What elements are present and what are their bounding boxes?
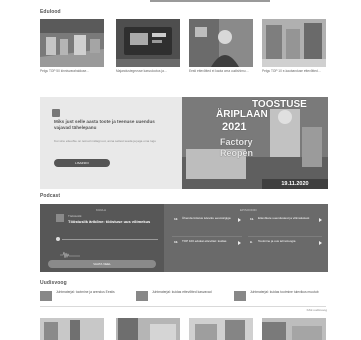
story-thumbnail-3[interactable] [189, 19, 253, 67]
banner-subtext: Kui sinu ettevõte on teinud midagi uut, … [54, 139, 156, 143]
podcast-cover-icon [56, 214, 64, 222]
news-more-link[interactable]: Kõik uudisvoog [307, 308, 327, 312]
episode-num-1: 12. [174, 217, 179, 221]
episode-item-1[interactable]: Ühenda tööstus tuleviku eesmärgiga [182, 216, 236, 221]
banner-word-factory: Factory [220, 137, 253, 147]
podcast-widget: KUULA Tööstuslik Tööstuslik ärikõne: töö… [40, 204, 328, 272]
play-icon[interactable] [319, 218, 322, 222]
story-thumbnail-2[interactable] [116, 19, 180, 67]
play-icon[interactable] [238, 241, 241, 245]
news-section-title: Uudisvoog [40, 280, 67, 286]
podcast-show-name: Tööstuslik [68, 214, 82, 218]
episode-divider [172, 236, 242, 237]
warehouse-image [40, 19, 104, 67]
story-caption-3[interactable]: Eesti ettevõtted ei kaota oma uudishimu… [189, 69, 253, 73]
play-icon[interactable] [238, 218, 241, 222]
podcast-right-header: EPISOODID [240, 208, 257, 212]
news-divider [40, 306, 326, 307]
banner-button[interactable]: LISAINFO [54, 159, 110, 167]
workshop-image [262, 19, 326, 67]
story-thumbnail-1[interactable] [40, 19, 104, 67]
banner-headline: Miks just selle aasta toote ja teenuse u… [54, 119, 155, 130]
podcast-episode-title: Tööstuslik ärikõne: tööstuse uus võimeku… [68, 219, 151, 224]
episode-num-2: 11. [250, 217, 255, 221]
story-caption-1[interactable]: Pelgu TOP 50 kinnisvarahalduse… [40, 69, 104, 73]
podcast-listen-button[interactable]: VAATA VEEL [48, 260, 156, 268]
story-thumbnail-4[interactable] [262, 19, 326, 67]
story-caption-2[interactable]: Majandustegevuse kasvulootus ja… [116, 69, 180, 73]
episode-item-4[interactable]: Tootmine ja uus tehnoloogia [258, 239, 314, 244]
podcast-section-title: Podcast [40, 193, 61, 199]
banner-title-line2: ÄRIPLAAN [216, 109, 268, 120]
bottom-photo-3[interactable] [189, 318, 253, 340]
play-icon[interactable] [319, 241, 322, 245]
podcast-player: KUULA Tööstuslik Tööstuslik ärikõne: töö… [40, 204, 164, 272]
promo-banner[interactable]: Miks just selle aasta toote ja teenuse u… [40, 97, 328, 189]
screen-image [116, 19, 180, 67]
banner-word-reopen: Reopen [220, 148, 254, 158]
player-dot-icon[interactable] [56, 237, 60, 241]
banner-photo: TOOSTUSE ÄRIPLAAN 2021 Factory Reopen [182, 97, 328, 189]
news-item-2[interactable]: Juhtmaterjal: kuidas ettevõtted kasvavad [152, 290, 222, 294]
portrait-image [189, 19, 253, 67]
news-thumbnail-1[interactable] [40, 291, 52, 301]
story-caption-4[interactable]: Pelgu TOP 10 e-kaubanduse ettevõtted… [262, 69, 326, 73]
bottom-photo-2[interactable] [116, 318, 180, 340]
bottom-photo-1[interactable] [40, 318, 104, 340]
episode-num-4: 9. [250, 240, 253, 244]
episode-item-2[interactable]: Ettevõtete uuendustest ja võimalustest [258, 216, 314, 221]
brand-logo [52, 109, 60, 117]
bottom-photo-4[interactable] [262, 318, 326, 340]
episode-num-3: 10. [174, 240, 179, 244]
stories-section-title: Edulood [40, 9, 61, 15]
player-progress-track[interactable] [62, 239, 158, 240]
episode-list: EPISOODID 12. Ühenda tööstus tuleviku ee… [164, 204, 328, 272]
episode-divider [248, 236, 322, 237]
waveform-icon [60, 246, 80, 259]
news-thumbnail-2[interactable] [136, 291, 148, 301]
news-item-1[interactable]: Juhtmaterjal: tootmine ja arendus Eestis [56, 290, 126, 294]
news-thumbnail-3[interactable] [234, 291, 246, 301]
news-item-3[interactable]: Juhtmaterjal: kuidas tootmine tulevikus … [250, 290, 320, 294]
episode-item-3[interactable]: TOP 100 edukat ettevõtet: kuidas [182, 239, 236, 244]
podcast-left-header: KUULA [96, 208, 107, 212]
banner-year: 2021 [222, 121, 247, 133]
top-accent-line [150, 0, 270, 2]
banner-date: 19.11.2020 [262, 179, 328, 189]
